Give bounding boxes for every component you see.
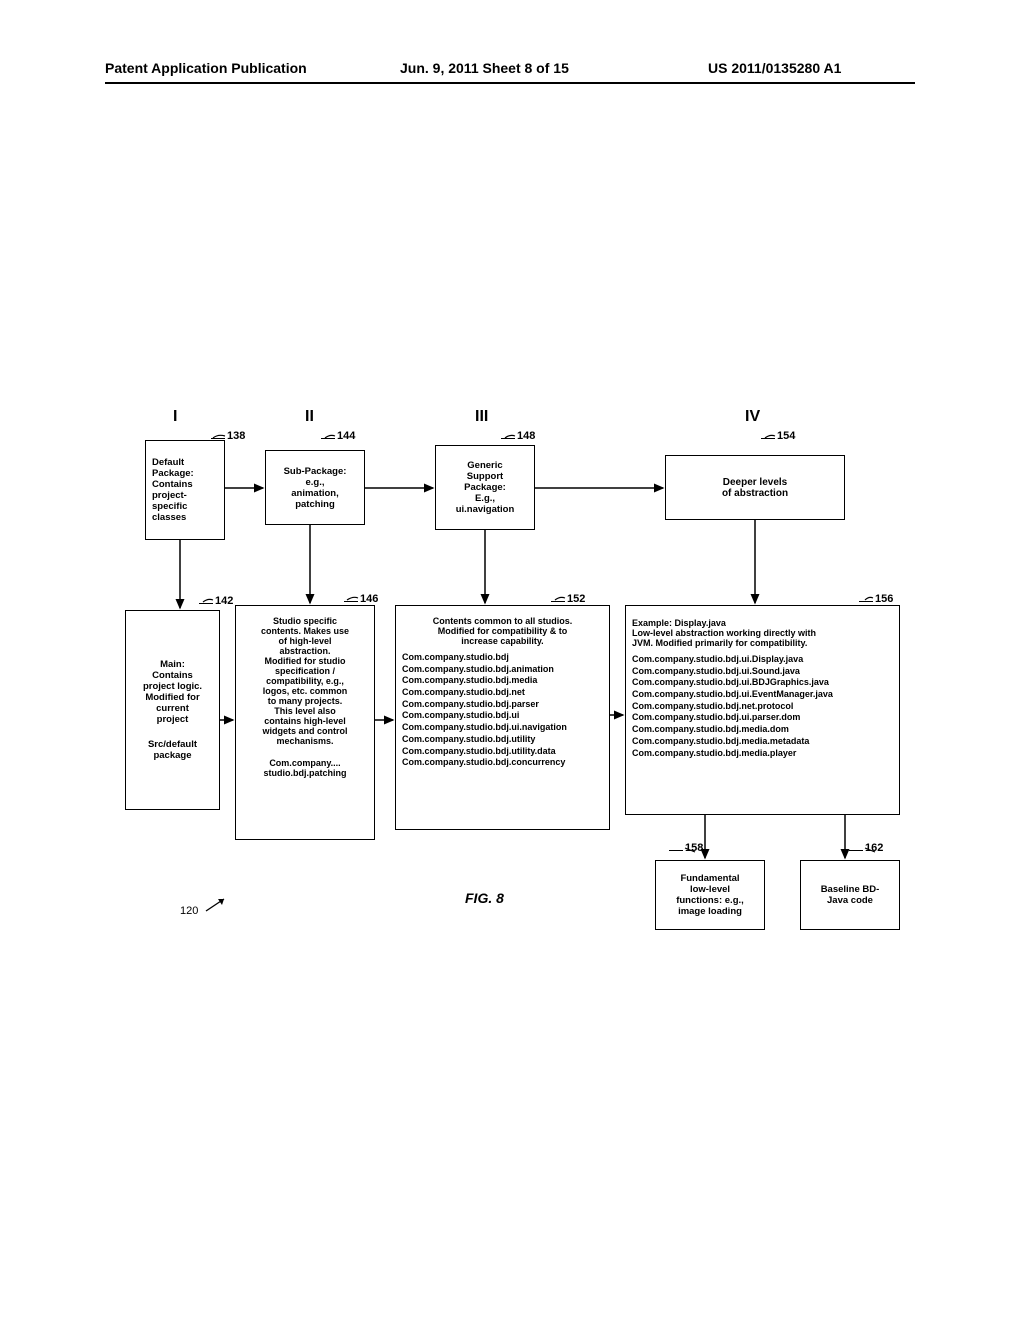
box-142-top: Main: Contains project logic. Modified f…	[143, 659, 202, 725]
diagram-reference: 120	[180, 905, 198, 917]
box-example-display: Example: Display.java Low-level abstract…	[625, 605, 900, 815]
box-default-package: Default Package: Contains project- speci…	[145, 440, 225, 540]
callout-152: 152	[567, 593, 585, 605]
callout-148: 148	[517, 430, 535, 442]
box-138-text: Default Package: Contains project- speci…	[152, 457, 194, 523]
diagram-ref-num: 120	[180, 905, 198, 917]
callout-158: 158	[685, 842, 703, 854]
box-generic-support: Generic Support Package: E.g., ui.naviga…	[435, 445, 535, 530]
callout-144: 144	[337, 430, 355, 442]
callout-142: 142	[215, 595, 233, 607]
figure-diagram: I II III IV Default Package: Contains pr…	[105, 400, 925, 960]
figure-label: FIG. 8	[465, 890, 504, 906]
box-sub-package: Sub-Package: e.g., animation, patching	[265, 450, 365, 525]
box-main: Main: Contains project logic. Modified f…	[125, 610, 220, 810]
box-146-bot: Com.company.... studio.bdj.patching	[264, 758, 347, 778]
column-label-4: IV	[745, 408, 760, 426]
callout-146: 146	[360, 593, 378, 605]
box-148-text: Generic Support Package: E.g., ui.naviga…	[456, 460, 515, 515]
box-156-top: Example: Display.java Low-level abstract…	[632, 618, 816, 648]
callout-154: 154	[777, 430, 795, 442]
box-152-top: Contents common to all studios. Modified…	[433, 616, 573, 646]
box-146-top: Studio specific contents. Makes use of h…	[261, 616, 349, 746]
column-label-1: I	[173, 408, 177, 426]
callout-138: 138	[227, 430, 245, 442]
box-common-studios: Contents common to all studios. Modified…	[395, 605, 610, 830]
box-142-bot: Src/default package	[148, 739, 197, 761]
header-left: Patent Application Publication	[105, 60, 307, 76]
box-156-list: Com.company.studio.bdj.ui.Display.java C…	[632, 654, 833, 759]
callout-162: 162	[865, 842, 883, 854]
box-158-text: Fundamental low-level functions: e.g., i…	[676, 873, 744, 917]
header-right: US 2011/0135280 A1	[708, 60, 841, 76]
box-162-text: Baseline BD- Java code	[821, 884, 880, 906]
box-fundamental: Fundamental low-level functions: e.g., i…	[655, 860, 765, 930]
column-label-2: II	[305, 408, 314, 426]
box-154-text: Deeper levels of abstraction	[722, 477, 788, 499]
box-144-text: Sub-Package: e.g., animation, patching	[284, 466, 347, 510]
box-152-list: Com.company.studio.bdj Com.company.studi…	[402, 652, 567, 769]
box-baseline-bdj: Baseline BD- Java code	[800, 860, 900, 930]
header-mid: Jun. 9, 2011 Sheet 8 of 15	[400, 60, 569, 76]
box-studio-specific: Studio specific contents. Makes use of h…	[235, 605, 375, 840]
column-label-3: III	[475, 408, 488, 426]
box-deeper-levels: Deeper levels of abstraction	[665, 455, 845, 520]
header-rule	[105, 82, 915, 84]
page: Patent Application Publication Jun. 9, 2…	[0, 0, 1024, 1320]
callout-156: 156	[875, 593, 893, 605]
